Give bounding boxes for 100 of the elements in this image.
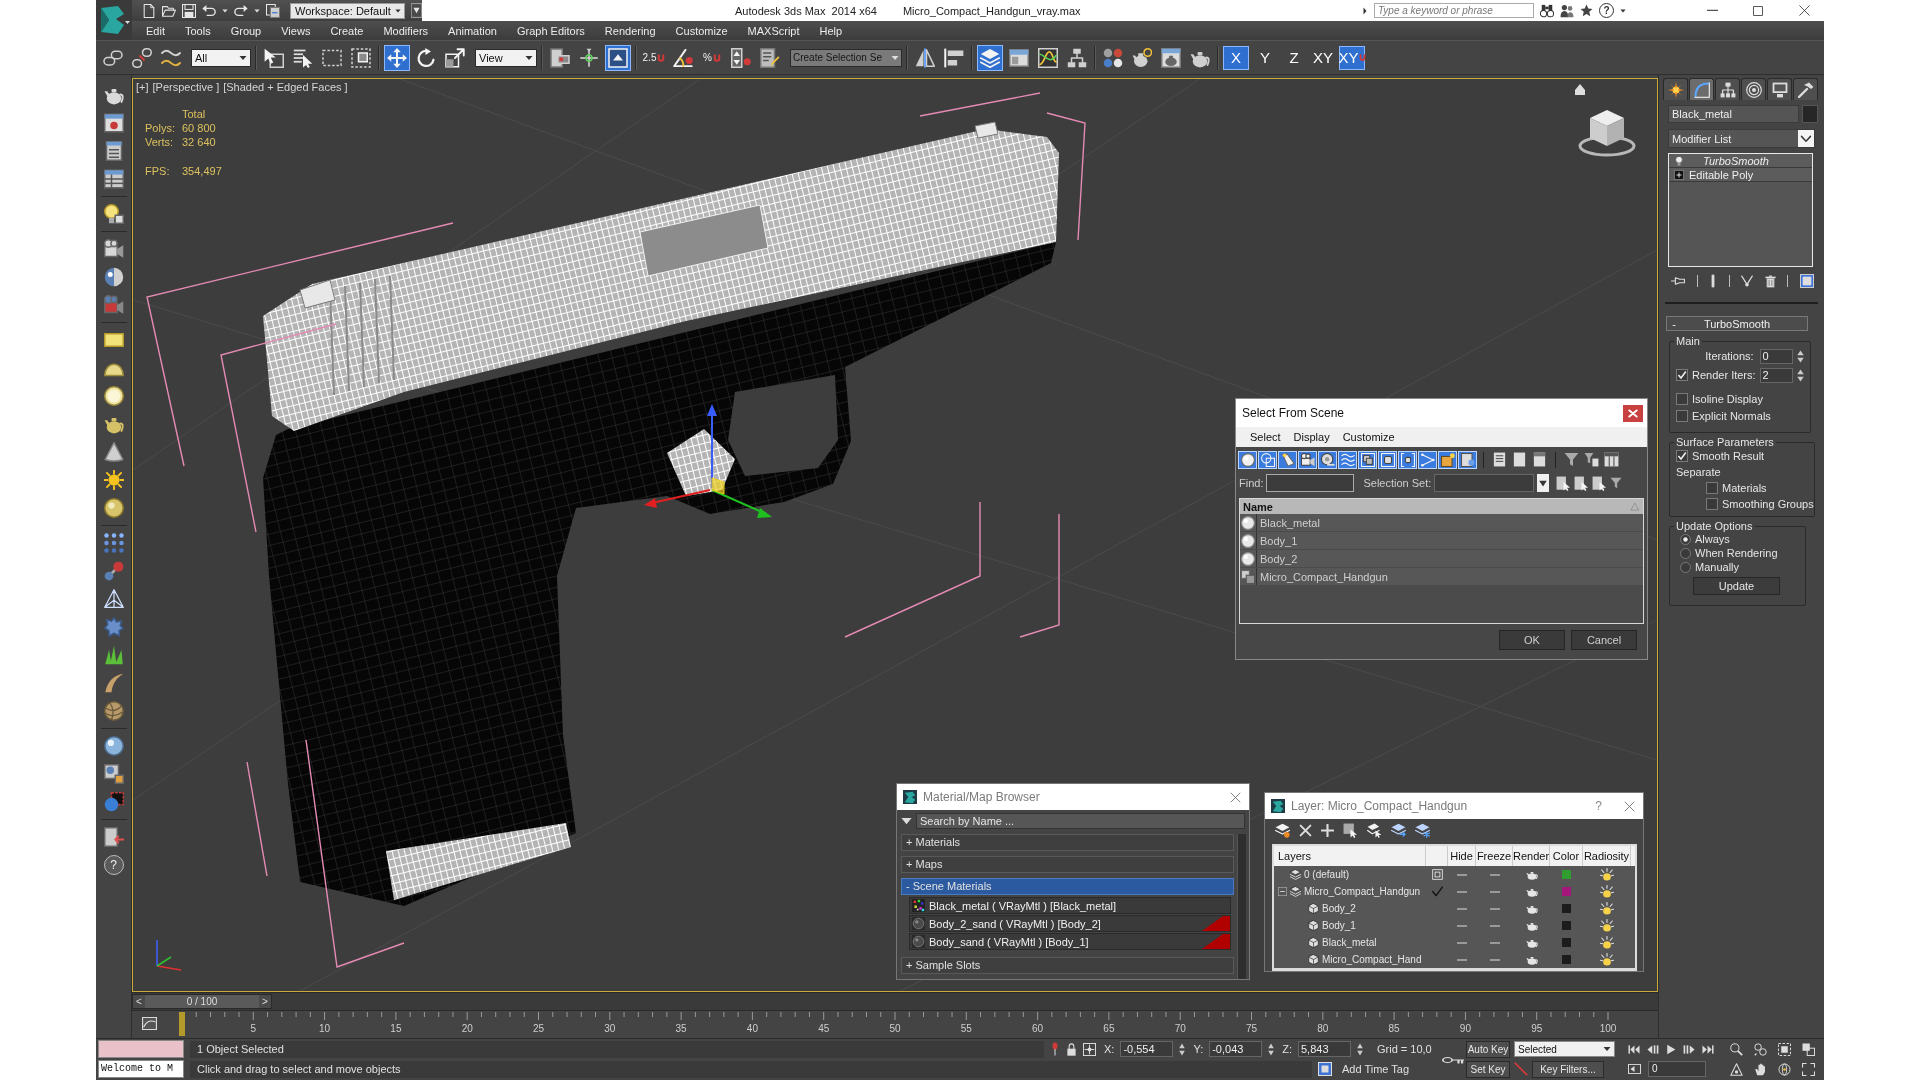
menu-item[interactable]: Rendering bbox=[594, 24, 666, 37]
filter-button[interactable] bbox=[1378, 450, 1397, 469]
plane-icon[interactable] bbox=[103, 330, 124, 350]
teapot-icon[interactable] bbox=[1525, 886, 1538, 897]
menu-item[interactable]: Group bbox=[220, 24, 272, 37]
play-icon[interactable] bbox=[1666, 1043, 1676, 1055]
teapot-icon[interactable] bbox=[1525, 903, 1538, 914]
render-window-icon[interactable] bbox=[103, 113, 124, 133]
new-document-icon[interactable] bbox=[142, 3, 156, 18]
document-arrow-icon[interactable] bbox=[103, 827, 124, 847]
next-frame-button[interactable]: > bbox=[259, 995, 271, 1008]
close-icon[interactable] bbox=[1623, 404, 1643, 422]
color-swatch-icon[interactable] bbox=[1562, 887, 1571, 896]
menu-item[interactable]: Animation bbox=[438, 24, 507, 37]
axis-constraint-button[interactable]: XY bbox=[1310, 45, 1336, 70]
command-panel-tab[interactable] bbox=[1715, 78, 1740, 100]
snap-toggle-button[interactable]: 2.5 bbox=[641, 44, 667, 71]
delete-icon[interactable] bbox=[1299, 824, 1312, 837]
field-of-view-icon[interactable] bbox=[1730, 1062, 1743, 1076]
molecule-icon[interactable] bbox=[103, 561, 124, 581]
pan-hand-icon[interactable] bbox=[1754, 1062, 1767, 1076]
dash-icon[interactable] bbox=[1489, 873, 1500, 876]
next-key-icon[interactable] bbox=[1683, 1043, 1695, 1055]
scene-list-row[interactable]: Micro_Compact_Handgun bbox=[1240, 568, 1643, 586]
color-swatch-icon[interactable] bbox=[1562, 938, 1571, 947]
spinner-arrows-icon[interactable] bbox=[1796, 368, 1804, 382]
spinner-arrows-icon[interactable] bbox=[1179, 1042, 1186, 1056]
previous-key-icon[interactable] bbox=[1647, 1043, 1659, 1055]
dash-icon[interactable] bbox=[1457, 941, 1467, 944]
auto-key-button[interactable]: Auto Key bbox=[1466, 1040, 1510, 1058]
filter-button[interactable] bbox=[1258, 450, 1277, 469]
menu-item[interactable]: MAXScript bbox=[737, 24, 810, 37]
dash-icon[interactable] bbox=[1489, 924, 1500, 927]
key-mode-dropdown[interactable]: Selected bbox=[1514, 1041, 1615, 1057]
filter-button[interactable] bbox=[1338, 450, 1357, 469]
menu-item[interactable]: Display bbox=[1289, 431, 1339, 443]
dash-icon[interactable] bbox=[1457, 873, 1467, 876]
caret-icon[interactable] bbox=[1620, 7, 1626, 14]
help-button[interactable]: ? bbox=[1599, 3, 1614, 18]
yarn-ball-icon[interactable] bbox=[103, 701, 124, 721]
help-button[interactable]: ? bbox=[1595, 799, 1602, 813]
funnel-icon[interactable] bbox=[1564, 452, 1579, 467]
page-cursor-icon[interactable] bbox=[1574, 475, 1590, 491]
sun-rays-icon[interactable] bbox=[1600, 919, 1614, 932]
dot-grid-icon[interactable] bbox=[103, 533, 124, 553]
glass-sphere-icon[interactable] bbox=[103, 736, 124, 756]
viewport-menu-label[interactable]: [+] bbox=[136, 81, 149, 93]
pin-icon[interactable] bbox=[1050, 1042, 1060, 1056]
sun-icon[interactable] bbox=[103, 470, 124, 490]
dash-icon[interactable] bbox=[1457, 924, 1467, 927]
rollout-header[interactable]: - TurboSmooth bbox=[1666, 316, 1808, 331]
color-swatch-icon[interactable] bbox=[1562, 921, 1571, 930]
category-header[interactable]: + Sample Slots bbox=[901, 957, 1234, 974]
sphere-window-icon[interactable] bbox=[103, 764, 124, 784]
scene-list-row[interactable]: Black_metal bbox=[1240, 514, 1643, 532]
caret-icon[interactable] bbox=[411, 3, 422, 18]
zoom-extents-all-icon[interactable] bbox=[1802, 1042, 1815, 1056]
coordinate-field[interactable]: 5,843 bbox=[1298, 1041, 1351, 1057]
layers-dot-icon[interactable] bbox=[1275, 823, 1290, 838]
color-swatch-icon[interactable] bbox=[1802, 105, 1818, 123]
previous-frame-button[interactable]: < bbox=[133, 995, 145, 1008]
menu-item[interactable]: Edit bbox=[136, 24, 175, 37]
sun-rays-icon[interactable] bbox=[1600, 902, 1614, 915]
radio-button[interactable] bbox=[1680, 533, 1691, 545]
script-input-field[interactable] bbox=[98, 1040, 184, 1058]
close-icon[interactable] bbox=[1624, 800, 1635, 812]
square-cursor-icon[interactable] bbox=[1343, 823, 1358, 838]
spinner-arrows-icon[interactable] bbox=[1268, 1042, 1275, 1056]
viewcube[interactable] bbox=[1578, 110, 1636, 157]
caret-icon[interactable] bbox=[222, 7, 228, 14]
search-field[interactable]: Search by Name ... bbox=[916, 812, 1245, 829]
grass-icon[interactable] bbox=[103, 645, 124, 665]
spinner-field[interactable]: 2 bbox=[1759, 367, 1793, 383]
filter-button[interactable] bbox=[1358, 450, 1377, 469]
page-cursor-icon[interactable] bbox=[1592, 475, 1608, 491]
color-swatch-icon[interactable] bbox=[1562, 904, 1571, 913]
menu-item[interactable]: Customize bbox=[1338, 431, 1404, 443]
menu-item[interactable]: Customize bbox=[665, 24, 738, 37]
filter-button[interactable] bbox=[1438, 450, 1457, 469]
material-item[interactable]: Body_sand ( VRayMtl ) [Body_1] bbox=[909, 933, 1231, 950]
axis-constraint-button[interactable]: Y bbox=[1252, 45, 1278, 70]
percent-snap-button[interactable]: % bbox=[699, 44, 725, 71]
color-swatch-icon[interactable] bbox=[1562, 955, 1571, 964]
object-name-field[interactable]: Black_metal bbox=[1668, 105, 1799, 123]
list-panel-icon[interactable] bbox=[103, 141, 124, 161]
dash-icon[interactable] bbox=[1489, 958, 1500, 961]
current-frame-field[interactable]: 0 bbox=[1648, 1061, 1706, 1077]
funnel-icon[interactable] bbox=[1610, 477, 1623, 489]
funnel-page-icon[interactable] bbox=[1584, 452, 1599, 467]
check-icon[interactable] bbox=[1431, 886, 1443, 897]
object-row[interactable]: Body_1 bbox=[1274, 917, 1635, 934]
hair-icon[interactable] bbox=[103, 673, 124, 693]
filter-button[interactable] bbox=[1318, 450, 1337, 469]
sphere-icon[interactable] bbox=[103, 498, 124, 518]
checkbox[interactable] bbox=[1676, 410, 1688, 422]
star-icon[interactable] bbox=[1580, 4, 1593, 17]
menu-item[interactable]: Help bbox=[809, 24, 853, 37]
axis-constraint-button[interactable]: Z bbox=[1281, 45, 1307, 70]
dash-icon[interactable] bbox=[1489, 907, 1500, 910]
command-panel-tab[interactable] bbox=[1767, 78, 1792, 100]
